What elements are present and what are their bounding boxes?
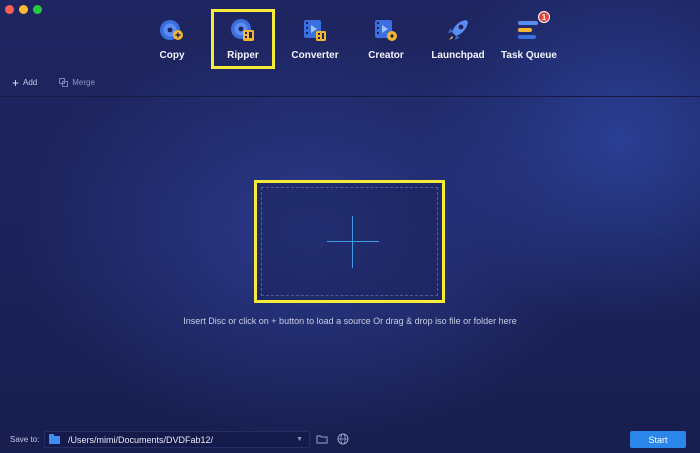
converter-film-icon — [302, 17, 328, 43]
add-button[interactable]: + Add — [12, 75, 38, 90]
globe-icon[interactable] — [337, 433, 349, 445]
nav-item-copy-label: Copy — [159, 50, 185, 61]
nav-item-ripper[interactable]: Ripper — [211, 9, 275, 69]
nav-item-task-queue-label: Task Queue — [501, 50, 557, 61]
task-queue-badge: 1 — [538, 11, 550, 23]
source-drop-zone[interactable] — [254, 180, 445, 303]
toolbar-divider — [0, 96, 700, 97]
output-path: /Users/mimi/Documents/DVDFab12/ — [68, 434, 214, 445]
merge-label: Merge — [72, 78, 95, 87]
close-window-button[interactable] — [5, 5, 14, 14]
launchpad-rocket-icon — [445, 17, 471, 43]
toolbar: + Add Merge — [12, 75, 95, 90]
nav-item-launchpad[interactable]: Launchpad — [418, 10, 498, 68]
app-window: Copy Ripper Converter Creator Launchpad … — [0, 0, 700, 453]
add-label: Add — [23, 78, 38, 87]
creator-film-icon — [373, 17, 399, 43]
bottom-bar: Save to: /Users/mimi/Documents/DVDFab12/… — [0, 428, 700, 453]
nav-item-converter[interactable]: Converter — [275, 10, 355, 68]
drop-zone-hint: Insert Disc or click on + button to load… — [183, 316, 517, 326]
nav-item-copy[interactable]: Copy — [132, 10, 212, 68]
chevron-down-icon[interactable]: ▼ — [296, 436, 303, 443]
add-source-plus-icon[interactable] — [327, 216, 379, 268]
nav-item-task-queue[interactable]: 1 Task Queue — [489, 10, 569, 68]
save-to-label: Save to: — [10, 435, 40, 444]
nav-item-ripper-label: Ripper — [227, 50, 259, 61]
plus-icon: + — [12, 75, 20, 90]
output-path-select[interactable]: /Users/mimi/Documents/DVDFab12/ ▼ — [44, 431, 310, 448]
nav-item-converter-label: Converter — [291, 50, 339, 61]
nav-item-creator-label: Creator — [368, 50, 404, 61]
window-controls — [5, 5, 42, 14]
folder-icon — [49, 433, 60, 444]
ripper-disc-icon — [230, 17, 256, 43]
merge-button[interactable]: Merge — [59, 78, 95, 87]
minimize-window-button[interactable] — [19, 5, 28, 14]
nav-item-creator[interactable]: Creator — [346, 10, 426, 68]
nav-item-launchpad-label: Launchpad — [431, 50, 485, 61]
maximize-window-button[interactable] — [33, 5, 42, 14]
start-button[interactable]: Start — [630, 431, 686, 448]
merge-icon — [59, 78, 69, 87]
browse-folder-icon[interactable] — [316, 433, 328, 445]
task-queue-icon: 1 — [516, 11, 550, 43]
copy-disc-icon — [159, 17, 185, 43]
